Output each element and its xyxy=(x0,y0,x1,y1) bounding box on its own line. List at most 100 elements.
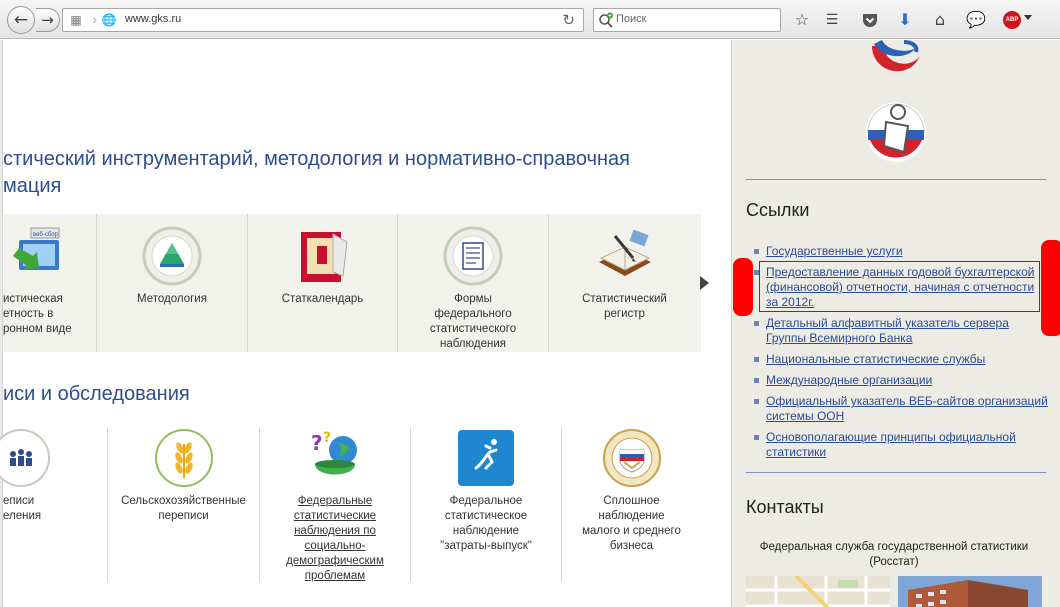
tile-electronic-reporting[interactable]: веб-сбор истическая етность в ронном вид… xyxy=(3,214,97,352)
wheat-emblem-icon xyxy=(154,429,213,487)
browser-toolbar: ← → ▦ › 🌐 www.gks.ru ↻ ☆ ☰ ⬇ ⌂ 💬 ABP xyxy=(0,0,1060,39)
globe-question-icon: ? ? xyxy=(311,430,357,475)
tile-label-line: статистическое xyxy=(444,510,528,522)
location-map-thumbnail[interactable] xyxy=(746,576,890,607)
link-fundamental-principles[interactable]: Основополагающие принципы официальной ст… xyxy=(766,430,1016,459)
carousel-next-arrow[interactable] xyxy=(700,276,709,290)
tile-label[interactable]: Федеральные статистические наблюдения по… xyxy=(262,494,408,584)
tile-label-line: наблюдение xyxy=(452,525,520,537)
search-box[interactable] xyxy=(593,8,781,32)
section-title-line: мация xyxy=(3,175,62,197)
tile-label: Статистический регистр xyxy=(551,292,698,322)
tile-label: истическая етность в ронном виде xyxy=(3,292,94,337)
link-world-bank-index[interactable]: Детальный алфавитный указатель сервера Г… xyxy=(766,316,1009,345)
list-item: Основополагающие принципы официальной ст… xyxy=(752,430,1048,460)
tile-label-line: Сельскохозяйственные xyxy=(121,495,246,507)
tile-label-line: наблюдение xyxy=(598,510,665,522)
pocket-icon[interactable] xyxy=(860,10,880,30)
tile-label-line[interactable]: социально- xyxy=(262,539,408,554)
tile-label-line[interactable]: статистические xyxy=(262,509,408,524)
tile-label-line: еления xyxy=(3,510,42,522)
address-bar[interactable]: ▦ › 🌐 www.gks.ru ↻ xyxy=(62,8,584,32)
link-financial-reporting[interactable]: Предоставление данных годовой бухгалтерс… xyxy=(766,265,1034,309)
runner-logo-icon xyxy=(458,430,514,486)
sidebar-divider xyxy=(746,472,1046,473)
tile-label-line: наблюдения xyxy=(439,338,506,350)
tile-label-line: малого и среднего xyxy=(582,525,681,537)
business-census-emblem-icon xyxy=(602,429,661,487)
tile-population-census[interactable]: еписи еления xyxy=(0,428,108,582)
tile-label: Методология xyxy=(137,293,207,305)
tile-label-line[interactable]: Федеральные xyxy=(262,494,408,509)
reading-list-icon[interactable]: ☰ xyxy=(822,10,842,30)
list-item: Государственные услуги xyxy=(752,244,1048,259)
open-book-icon xyxy=(598,229,651,276)
tile-label: Сплошное наблюдение малого и среднего би… xyxy=(564,494,699,554)
tile-label-line[interactable]: проблемам xyxy=(262,569,408,584)
tile-statcalendar[interactable]: Статкалендарь xyxy=(248,214,398,352)
svg-text:?: ? xyxy=(323,430,331,446)
link-un-websites[interactable]: Официальный указатель ВЕБ-сайтов организ… xyxy=(766,394,1048,423)
reload-icon[interactable]: ↻ xyxy=(562,11,575,29)
tile-stat-register[interactable]: Статистический регистр xyxy=(549,214,700,352)
tile-label: еписи еления xyxy=(3,494,105,524)
tile-label-line: бизнеса xyxy=(609,540,654,552)
tile-sociodemographic-surveys[interactable]: ? ? Федеральные статистические наблюдени… xyxy=(260,428,411,582)
tile-label-line: статистического xyxy=(429,323,517,335)
chat-bubble-icon[interactable]: 💬 xyxy=(966,10,986,30)
forward-button[interactable]: → xyxy=(36,8,60,32)
svg-text:веб-сбор: веб-сбор xyxy=(33,232,59,238)
form-document-icon xyxy=(443,226,503,286)
download-arrow-icon[interactable]: ⬇ xyxy=(895,10,915,30)
highlight-marker-left xyxy=(733,258,753,316)
calendar-icon xyxy=(300,232,348,282)
bookmark-star-icon[interactable]: ☆ xyxy=(792,10,812,30)
tile-label-line: "затраты-выпуск" xyxy=(440,540,532,552)
home-icon[interactable]: ⌂ xyxy=(930,10,950,30)
search-input[interactable] xyxy=(616,13,776,25)
list-item: Детальный алфавитный указатель сервера Г… xyxy=(752,316,1048,346)
tile-label-line[interactable]: наблюдения по xyxy=(262,524,408,539)
link-national-stat-services[interactable]: Национальные статистические службы xyxy=(766,352,985,366)
sidebar-divider xyxy=(746,179,1046,180)
tile-label-line: регистр xyxy=(604,308,645,320)
contacts-org-name: Федеральная служба государственной стати… xyxy=(759,541,1029,568)
tile-label-line: етность в xyxy=(3,308,54,320)
building-photo-thumbnail[interactable] xyxy=(898,576,1042,607)
tile-label: Сельскохозяйственные переписи xyxy=(110,494,257,524)
tile-label-line: Федеральное xyxy=(449,495,523,507)
link-international-orgs[interactable]: Международные организации xyxy=(766,373,932,387)
contacts-heading: Контакты xyxy=(746,497,824,517)
link-state-services[interactable]: Государственные услуги xyxy=(766,244,903,258)
tile-agricultural-census[interactable]: Сельскохозяйственные переписи xyxy=(108,428,260,582)
tile-label: Федеральное статистическое наблюдение "з… xyxy=(413,494,559,554)
list-item: Международные организации xyxy=(752,373,1048,388)
links-heading: Ссылки xyxy=(746,200,810,220)
tools-carousel: веб-сбор истическая етность в ронном вид… xyxy=(3,214,701,352)
tile-label-line: истическая xyxy=(3,293,63,305)
search-engine-icon[interactable] xyxy=(598,12,614,28)
census-emblem-icon xyxy=(866,102,926,162)
censuses-carousel: еписи еления Сельскохозяйственные перепи… xyxy=(0,428,701,582)
population-census-emblem-icon xyxy=(0,429,50,487)
tile-input-output-survey[interactable]: Федеральное статистическое наблюдение "з… xyxy=(411,428,562,582)
tile-federal-forms[interactable]: Формы федерального статистического наблю… xyxy=(398,214,549,352)
list-item: Официальный указатель ВЕБ-сайтов организ… xyxy=(752,394,1048,424)
tile-label-line: переписи xyxy=(158,510,209,522)
back-button[interactable]: ← xyxy=(7,6,35,34)
section-title-tools: стический инструментарий, методология и … xyxy=(3,146,723,200)
tile-label-line[interactable]: демографическим xyxy=(262,554,408,569)
tile-label-line: ронном виде xyxy=(3,323,72,335)
svg-text:?: ? xyxy=(311,431,323,455)
tile-methodology[interactable]: Методология xyxy=(97,214,248,352)
adblock-icon[interactable]: ABP xyxy=(1003,11,1021,29)
tile-small-business-survey[interactable]: Сплошное наблюдение малого и среднего би… xyxy=(562,428,701,582)
chevron-down-icon[interactable] xyxy=(1024,15,1032,20)
tile-label-line: Формы xyxy=(454,293,492,305)
url-text[interactable]: www.gks.ru xyxy=(125,13,181,25)
tile-label-line: федерального xyxy=(434,308,512,320)
tabs-grid-icon[interactable]: ▦ xyxy=(68,12,84,28)
list-item: Национальные статистические службы xyxy=(752,352,1048,367)
tile-label: Статкалендарь xyxy=(281,293,364,305)
tile-label-line: Сплошное xyxy=(603,495,660,507)
